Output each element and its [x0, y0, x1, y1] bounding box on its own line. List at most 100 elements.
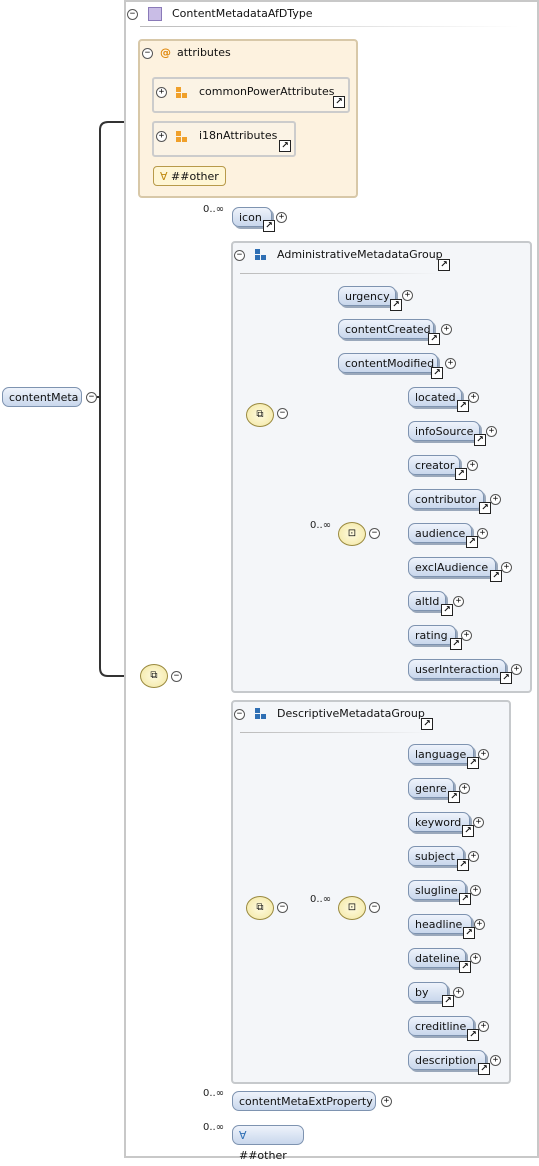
element-contentCreated[interactable]: contentCreated — [338, 319, 434, 339]
element-infoSource[interactable]: infoSource — [408, 421, 480, 441]
reference-arrow-icon[interactable]: ↗ — [279, 140, 291, 152]
model-group-icon — [255, 249, 267, 261]
element-description[interactable]: description — [408, 1050, 486, 1070]
group-collapse-icon[interactable]: − — [234, 709, 245, 720]
reference-arrow-icon[interactable]: ↗ — [463, 927, 475, 939]
any-element-wildcard[interactable]: ∀ ##other — [232, 1125, 304, 1162]
collapse-icon[interactable]: − — [86, 392, 97, 403]
reference-arrow-icon[interactable]: ↗ — [457, 859, 469, 871]
sequence-compositor-icon[interactable]: ⧉ — [140, 664, 168, 688]
reference-arrow-icon[interactable]: ↗ — [390, 299, 402, 311]
occurrence-label: 0..∞ — [203, 1122, 225, 1133]
reference-arrow-icon[interactable]: ↗ — [479, 502, 491, 514]
element-dateline[interactable]: dateline — [408, 948, 466, 968]
reference-arrow-icon[interactable]: ↗ — [450, 638, 462, 650]
element-subject[interactable]: subject — [408, 846, 464, 866]
expand-icon[interactable]: + — [473, 817, 484, 828]
type-collapse-icon[interactable]: − — [127, 9, 138, 20]
reference-arrow-icon[interactable]: ↗ — [467, 757, 479, 769]
expand-icon[interactable]: + — [477, 528, 488, 539]
reference-arrow-icon[interactable]: ↗ — [500, 672, 512, 684]
element-exclAudience[interactable]: exclAudience — [408, 557, 496, 577]
reference-arrow-icon[interactable]: ↗ — [448, 791, 460, 803]
element-keyword[interactable]: keyword — [408, 812, 470, 832]
expand-icon[interactable]: + — [276, 212, 287, 223]
reference-arrow-icon[interactable]: ↗ — [457, 400, 469, 412]
reference-arrow-icon[interactable]: ↗ — [462, 825, 474, 837]
reference-arrow-icon[interactable]: ↗ — [459, 893, 471, 905]
expand-icon[interactable]: + — [156, 87, 167, 98]
sequence-compositor-icon[interactable]: ⧉ — [246, 403, 274, 427]
reference-arrow-icon[interactable]: ↗ — [431, 367, 443, 379]
element-contentMetaExtProperty[interactable]: contentMetaExtProperty — [232, 1091, 376, 1111]
expand-icon[interactable]: + — [474, 919, 485, 930]
element-rating[interactable]: rating — [408, 625, 456, 645]
reference-arrow-icon[interactable]: ↗ — [459, 961, 471, 973]
expand-icon[interactable]: + — [453, 596, 464, 607]
expand-icon[interactable]: + — [445, 358, 456, 369]
root-element-contentMeta[interactable]: contentMeta — [2, 387, 82, 407]
expand-icon[interactable]: + — [470, 885, 481, 896]
expand-icon[interactable]: + — [467, 460, 478, 471]
expand-icon[interactable]: + — [453, 987, 464, 998]
attributes-collapse-icon[interactable]: − — [142, 48, 153, 59]
expand-icon[interactable]: + — [470, 953, 481, 964]
expand-icon[interactable]: + — [486, 426, 497, 437]
reference-arrow-icon[interactable]: ↗ — [466, 536, 478, 548]
reference-arrow-icon[interactable]: ↗ — [428, 333, 440, 345]
expand-icon[interactable]: + — [381, 1096, 392, 1107]
expand-icon[interactable]: + — [441, 324, 452, 335]
group-name-descriptive: DescriptiveMetadataGroup — [277, 707, 425, 720]
reference-arrow-icon[interactable]: ↗ — [438, 259, 450, 271]
collapse-icon[interactable]: − — [171, 671, 182, 682]
complex-type-name: ContentMetadataAfDType — [172, 7, 313, 20]
expand-icon[interactable]: + — [478, 749, 489, 760]
collapse-icon[interactable]: − — [277, 408, 288, 419]
collapse-icon[interactable]: − — [369, 528, 380, 539]
element-located[interactable]: located — [408, 387, 462, 407]
reference-arrow-icon[interactable]: ↗ — [474, 434, 486, 446]
reference-arrow-icon[interactable]: ↗ — [478, 1063, 490, 1075]
element-contentModified[interactable]: contentModified — [338, 353, 438, 373]
reference-arrow-icon[interactable]: ↗ — [421, 718, 433, 730]
element-creditline[interactable]: creditline — [408, 1016, 474, 1036]
choice-compositor-icon[interactable]: ⊡ — [338, 896, 366, 920]
element-audience[interactable]: audience — [408, 523, 472, 543]
wildcard-label: ##other — [239, 1149, 287, 1162]
attribute-group-name: i18nAttributes — [199, 129, 278, 142]
expand-icon[interactable]: + — [490, 1055, 501, 1066]
expand-icon[interactable]: + — [511, 664, 522, 675]
expand-icon[interactable]: + — [459, 783, 470, 794]
expand-icon[interactable]: + — [468, 851, 479, 862]
expand-icon[interactable]: + — [490, 494, 501, 505]
sequence-compositor-icon[interactable]: ⧉ — [246, 896, 274, 920]
reference-arrow-icon[interactable]: ↗ — [442, 995, 454, 1007]
reference-arrow-icon[interactable]: ↗ — [467, 1029, 479, 1041]
any-attribute-wildcard[interactable]: ∀ ##other — [153, 166, 226, 186]
complex-type-icon — [148, 7, 162, 21]
element-slugline[interactable]: slugline — [408, 880, 466, 900]
element-userInteraction[interactable]: userInteraction — [408, 659, 506, 679]
reference-arrow-icon[interactable]: ↗ — [263, 220, 275, 232]
element-language[interactable]: language — [408, 744, 474, 764]
reference-arrow-icon[interactable]: ↗ — [441, 604, 453, 616]
element-contributor[interactable]: contributor — [408, 489, 484, 509]
expand-icon[interactable]: + — [402, 290, 413, 301]
collapse-icon[interactable]: − — [277, 902, 288, 913]
group-collapse-icon[interactable]: − — [234, 250, 245, 261]
wildcard-icon: ∀ — [160, 170, 168, 183]
collapse-icon[interactable]: − — [369, 902, 380, 913]
element-urgency[interactable]: urgency — [338, 286, 396, 306]
reference-arrow-icon[interactable]: ↗ — [455, 468, 467, 480]
expand-icon[interactable]: + — [461, 630, 472, 641]
wildcard-label: ##other — [171, 170, 219, 183]
element-creator[interactable]: creator — [408, 455, 460, 475]
choice-compositor-icon[interactable]: ⊡ — [338, 522, 366, 546]
expand-icon[interactable]: + — [468, 392, 479, 403]
expand-icon[interactable]: + — [156, 131, 167, 142]
reference-arrow-icon[interactable]: ↗ — [490, 570, 502, 582]
expand-icon[interactable]: + — [478, 1021, 489, 1032]
group-header-divider — [240, 273, 440, 274]
expand-icon[interactable]: + — [501, 562, 512, 573]
reference-arrow-icon[interactable]: ↗ — [333, 96, 345, 108]
